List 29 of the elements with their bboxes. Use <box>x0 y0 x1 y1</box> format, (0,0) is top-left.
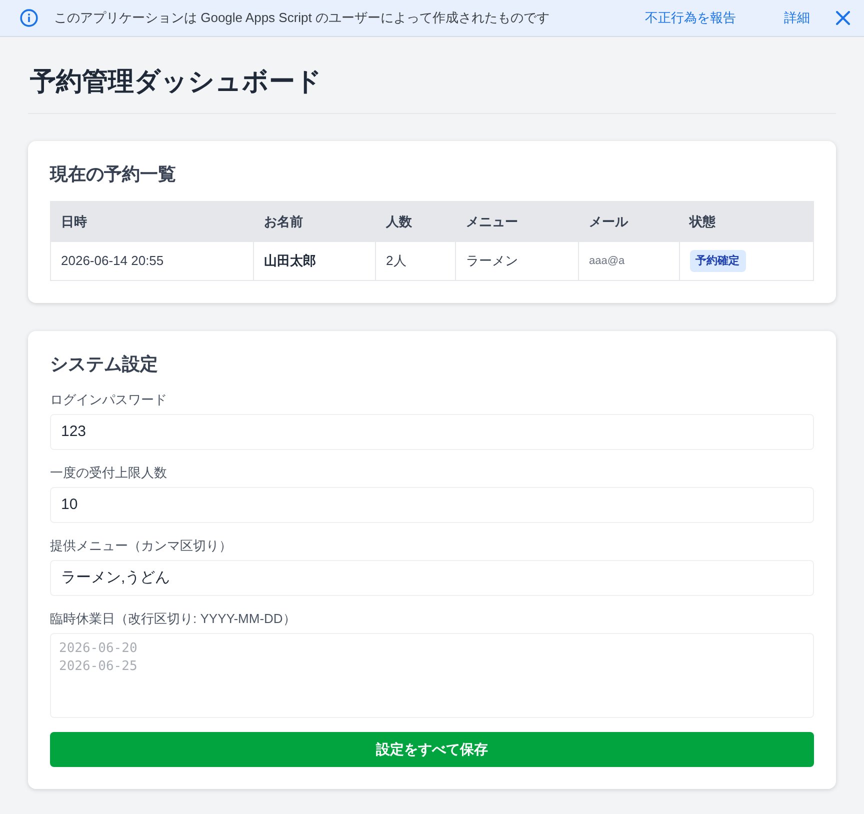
column-header: お名前 <box>253 201 376 242</box>
table-cell: 2026-06-14 20:55 <box>50 241 254 280</box>
table-cell: ラーメン <box>456 241 578 280</box>
card-title: 現在の予約一覧 <box>50 162 177 185</box>
column-header: 状態 <box>679 201 814 242</box>
banner-message: このアプリケーションは Google Apps Script のユーザーによって作成されたものです <box>54 9 551 28</box>
table-cell: 2人 <box>376 241 456 280</box>
info-icon <box>20 9 38 27</box>
column-header: 人数 <box>376 201 456 242</box>
table-cell: aaa@a <box>578 241 680 280</box>
details-link[interactable]: 詳細 <box>784 8 810 28</box>
field-label: 臨時休業日（改行区切り: YYYY-MM-DD） <box>50 610 297 628</box>
card-title: システム設定 <box>50 352 159 375</box>
field-label: ログインパスワード <box>50 390 168 409</box>
close-button[interactable] <box>834 9 852 27</box>
field-label: 一度の受付上限人数 <box>50 464 168 482</box>
close-icon <box>836 11 850 25</box>
report-link[interactable]: 不正行為を報告 <box>645 8 736 28</box>
page-title: 予約管理ダッシュボード <box>29 65 323 98</box>
input-field[interactable]: 10 <box>50 486 814 523</box>
input-field[interactable]: ラーメン,うどん <box>50 560 814 596</box>
column-header: メニュー <box>456 201 578 242</box>
status-badge: 予約確定 <box>690 250 746 272</box>
text-area[interactable]: 2026-06-20 2026-06-25 <box>50 632 814 718</box>
input-field[interactable]: 123 <box>50 414 814 450</box>
column-header: メール <box>578 201 680 242</box>
table-cell: 山田太郎 <box>253 241 376 280</box>
field-label: 提供メニュー（カンマ区切り） <box>50 536 233 555</box>
column-header: 日時 <box>50 201 254 242</box>
